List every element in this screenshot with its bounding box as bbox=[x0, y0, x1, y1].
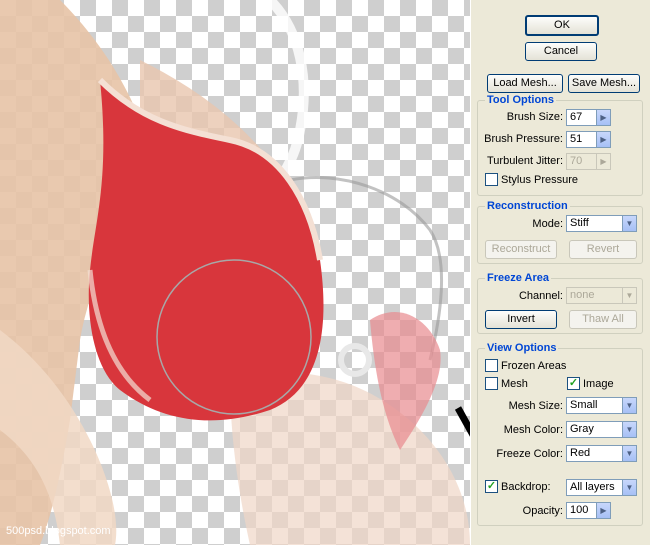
brush-pressure-label: Brush Pressure: bbox=[484, 133, 563, 145]
opacity-value: 100 bbox=[570, 504, 589, 516]
freeze-color-label: Freeze Color: bbox=[496, 448, 563, 460]
opacity-arrow-icon[interactable]: ▶ bbox=[596, 503, 610, 518]
mode-label: Mode: bbox=[532, 218, 563, 230]
channel-select[interactable]: none ▼ bbox=[566, 287, 637, 304]
brush-size-field[interactable]: 67 ▶ bbox=[566, 109, 611, 126]
mesh-label: Mesh bbox=[501, 378, 528, 390]
mesh-color-select[interactable]: Gray ▼ bbox=[566, 421, 637, 438]
brush-size-value: 67 bbox=[570, 111, 583, 123]
load-mesh-button[interactable]: Load Mesh... bbox=[487, 74, 563, 93]
arrow-annotation bbox=[454, 406, 470, 437]
mesh-size-select[interactable]: Small ▼ bbox=[566, 397, 637, 414]
frozen-areas-label: Frozen Areas bbox=[501, 360, 567, 372]
channel-label: Channel: bbox=[518, 290, 563, 302]
backdrop-checkbox[interactable]: ✓ bbox=[485, 480, 498, 493]
brush-size-arrow-icon[interactable]: ▶ bbox=[596, 110, 610, 125]
thaw-all-button[interactable]: Thaw All bbox=[569, 310, 637, 329]
freeze-color-value: Red bbox=[570, 447, 591, 459]
frozen-areas-checkbox[interactable] bbox=[485, 359, 498, 372]
mesh-size-value: Small bbox=[570, 399, 598, 411]
turbulent-jitter-value: 70 bbox=[570, 155, 583, 167]
ok-button[interactable]: OK bbox=[525, 15, 599, 36]
opacity-field[interactable]: 100 ▶ bbox=[566, 502, 611, 519]
freeze-area-title: Freeze Area bbox=[485, 272, 551, 284]
mesh-color-label: Mesh Color: bbox=[503, 424, 563, 436]
revert-button[interactable]: Revert bbox=[569, 240, 637, 259]
brush-size-label: Brush Size: bbox=[506, 111, 563, 123]
brush-pressure-value: 51 bbox=[570, 133, 583, 145]
turbulent-jitter-arrow-icon[interactable]: ▶ bbox=[596, 154, 610, 169]
clasp-ring bbox=[338, 343, 372, 377]
image-label: Image bbox=[583, 378, 614, 390]
cancel-button[interactable]: Cancel bbox=[525, 42, 597, 61]
brush-pressure-arrow-icon[interactable]: ▶ bbox=[596, 132, 610, 147]
brush-pressure-field[interactable]: 51 ▶ bbox=[566, 131, 611, 148]
backdrop-value: All layers bbox=[570, 481, 615, 493]
liquify-options-panel: OK Cancel Load Mesh... Save Mesh... Tool… bbox=[470, 0, 650, 545]
channel-value: none bbox=[570, 289, 595, 301]
tool-options-title: Tool Options bbox=[485, 94, 557, 106]
mode-chevron-down-icon[interactable]: ▼ bbox=[622, 216, 636, 231]
stylus-pressure-checkbox[interactable] bbox=[485, 173, 498, 186]
turbulent-jitter-label: Turbulent Jitter: bbox=[486, 155, 563, 167]
opacity-label: Opacity: bbox=[522, 505, 563, 517]
watermark-text: 500psd.blogspot.com bbox=[6, 525, 111, 537]
backdrop-chevron-down-icon[interactable]: ▼ bbox=[622, 480, 636, 495]
stylus-pressure-label: Stylus Pressure bbox=[501, 174, 579, 186]
channel-chevron-down-icon[interactable]: ▼ bbox=[622, 288, 636, 303]
mesh-size-chevron-down-icon[interactable]: ▼ bbox=[622, 398, 636, 413]
image-checkbox[interactable]: ✓ bbox=[567, 377, 580, 390]
freeze-color-select[interactable]: Red ▼ bbox=[566, 445, 637, 462]
invert-button[interactable]: Invert bbox=[485, 310, 557, 329]
mesh-color-chevron-down-icon[interactable]: ▼ bbox=[622, 422, 636, 437]
save-mesh-button[interactable]: Save Mesh... bbox=[568, 74, 640, 93]
reconstruct-button[interactable]: Reconstruct bbox=[485, 240, 557, 259]
mode-value: Stiff bbox=[570, 217, 589, 229]
freeze-color-chevron-down-icon[interactable]: ▼ bbox=[622, 446, 636, 461]
mesh-color-value: Gray bbox=[570, 423, 594, 435]
view-options-title: View Options bbox=[485, 342, 559, 354]
turbulent-jitter-field[interactable]: 70 ▶ bbox=[566, 153, 611, 170]
mesh-size-label: Mesh Size: bbox=[508, 400, 563, 412]
backdrop-label: Backdrop: bbox=[501, 481, 551, 493]
reconstruction-title: Reconstruction bbox=[485, 200, 570, 212]
backdrop-select[interactable]: All layers ▼ bbox=[566, 479, 637, 496]
liquify-preview-image bbox=[0, 0, 470, 545]
preview-canvas[interactable]: 500psd.blogspot.com bbox=[0, 0, 470, 545]
mode-select[interactable]: Stiff ▼ bbox=[566, 215, 637, 232]
mesh-checkbox[interactable] bbox=[485, 377, 498, 390]
